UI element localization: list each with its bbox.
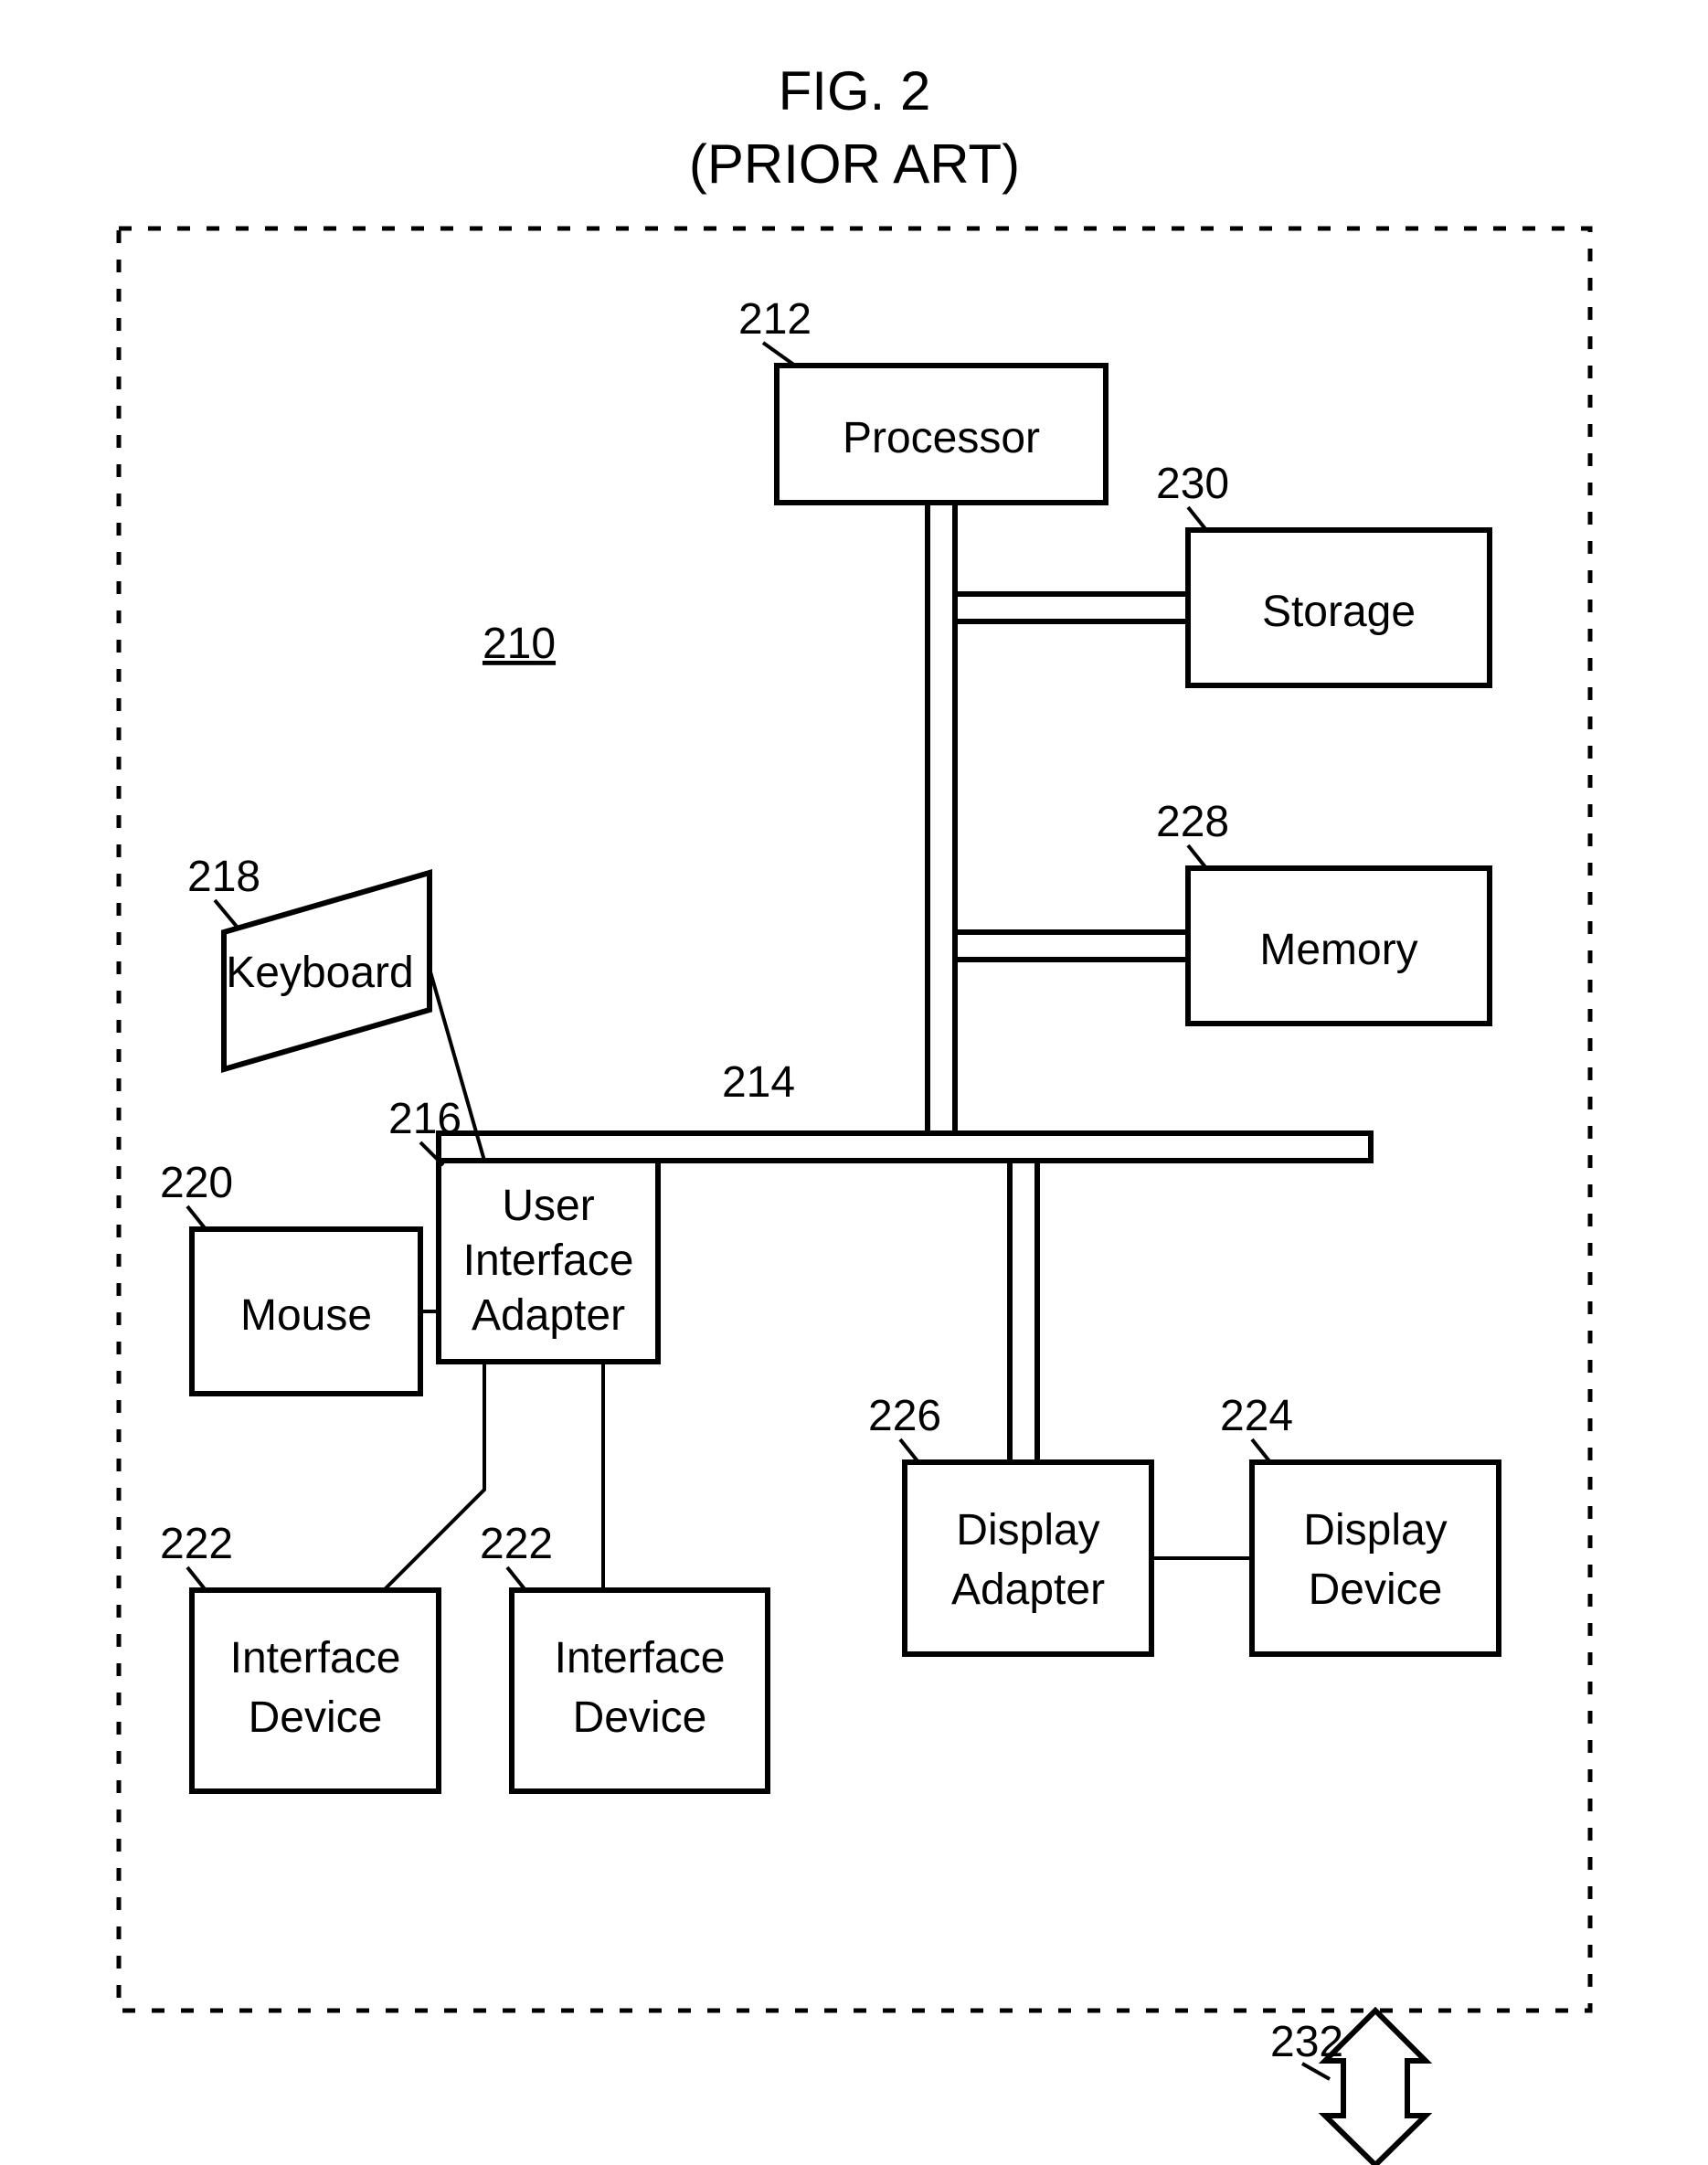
memory-ref: 228: [1156, 798, 1229, 846]
memory-label: Memory: [1259, 926, 1417, 974]
disp-device-label-1: Display: [1303, 1506, 1447, 1555]
ifdev-a-label-1: Interface: [230, 1634, 401, 1682]
figure-title-line1: FIG. 2: [779, 60, 931, 122]
ifdev-a-ref: 222: [160, 1520, 233, 1568]
external-arrow-icon: 232: [1270, 2011, 1426, 2165]
mouse-label: Mouse: [240, 1291, 372, 1340]
interface-device-b-block: Interface Device 222: [480, 1362, 768, 1791]
keyboard-label: Keyboard: [226, 949, 413, 997]
disp-adapter-ref: 226: [868, 1392, 941, 1440]
disp-device-ref: 224: [1220, 1392, 1293, 1440]
disp-adapter-label-2: Adapter: [951, 1565, 1105, 1614]
mouse-ref: 220: [160, 1159, 233, 1207]
processor-block: Processor 212: [738, 295, 1106, 1133]
system-ref: 210: [483, 620, 556, 668]
mouse-block: Mouse 220: [160, 1159, 439, 1394]
storage-label: Storage: [1262, 588, 1416, 636]
bus: [439, 1133, 1371, 1161]
bus-ref: 214: [722, 1058, 795, 1107]
keyboard-ref: 218: [187, 853, 260, 901]
display-adapter-block: Display Adapter 226: [868, 1161, 1151, 1654]
storage-ref: 230: [1156, 460, 1229, 508]
uia-label-1: User: [502, 1182, 594, 1230]
external-ref: 232: [1270, 2018, 1343, 2066]
display-device-block: Display Device 224: [1151, 1392, 1499, 1654]
figure-title-line2: (PRIOR ART): [689, 133, 1020, 195]
figure-diagram: FIG. 2 (PRIOR ART) 210 214 Processor 212…: [0, 0, 1708, 2165]
processor-ref: 212: [738, 295, 812, 344]
processor-label: Processor: [843, 414, 1040, 462]
ifdev-b-label-2: Device: [573, 1693, 707, 1742]
uia-ref: 216: [388, 1095, 461, 1143]
ifdev-a-label-2: Device: [249, 1693, 383, 1742]
ifdev-b-ref: 222: [480, 1520, 553, 1568]
uia-label-2: Interface: [463, 1236, 634, 1285]
disp-adapter-label-1: Display: [956, 1506, 1099, 1555]
uia-label-3: Adapter: [472, 1291, 625, 1340]
ifdev-b-label-1: Interface: [555, 1634, 726, 1682]
memory-block: Memory 228: [955, 798, 1490, 1024]
disp-device-label-2: Device: [1309, 1565, 1443, 1614]
interface-device-a-block: Interface Device 222: [160, 1362, 484, 1791]
